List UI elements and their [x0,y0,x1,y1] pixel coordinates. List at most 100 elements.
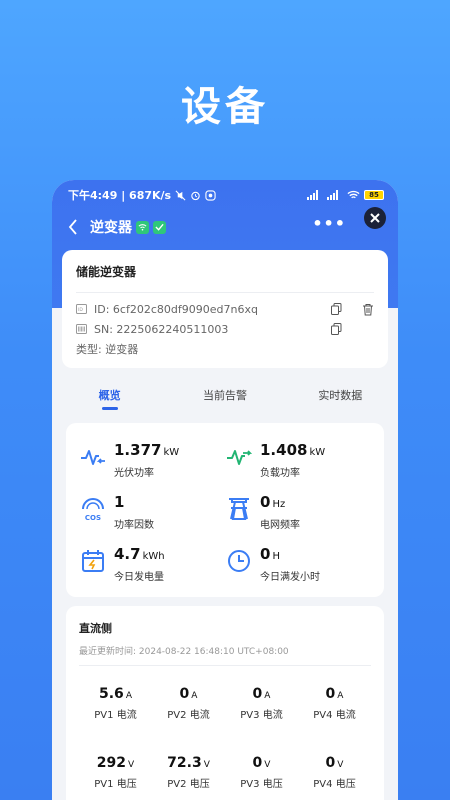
device-type: 类型: 逆变器 [76,343,139,356]
metric-load-power: 1.408 kW 负载功率 [226,441,325,479]
pv3-current: 0 A PV3 电流 [225,686,298,721]
pv1-current: 5.6 A PV1 电流 [79,686,152,721]
pv3-voltage-unit: V [264,760,271,770]
pv1-current-value: 5.6 [99,686,124,702]
grid-frequency-label: 电网频率 [260,520,300,531]
clock-icon [228,550,250,572]
more-icon[interactable]: ••• [312,214,346,233]
divider [79,665,371,666]
dc-title: 直流侧 [79,622,112,635]
load-power-label: 负载功率 [260,468,300,479]
alarm-icon [191,191,200,200]
pv-power-label: 光伏功率 [114,468,154,479]
metric-full-hours: 0H 今日满发小时 [226,545,320,583]
grid-frequency-unit: Hz [272,499,286,510]
tab-bar: 概览 当前告警 实时数据 [52,385,398,415]
pv2-voltage-value: 72.3 [167,755,202,771]
trash-icon[interactable] [362,303,374,316]
divider [76,292,374,293]
nav-bar: 逆变器 ••• [64,207,386,240]
load-power-value: 1.408 [260,441,308,459]
pv-power-icon [81,450,105,465]
pv2-voltage: 72.3 V PV2 电压 [152,755,225,790]
tab-realtime-data[interactable]: 实时数据 [290,385,390,415]
pv3-voltage-label: PV3 电压 [240,779,283,790]
device-sn: SN: 2225062240511003 [94,322,229,336]
pv2-current-label: PV2 电流 [167,710,210,721]
metric-pv-power: 1.377 kW 光伏功率 [80,441,179,479]
pv1-voltage-label: PV1 电压 [94,779,137,790]
signal-icon [307,190,318,200]
barcode-icon [76,324,87,334]
metric-daily-energy: 4.7 kWh 今日发电量 [80,545,165,583]
load-power-icon [227,450,252,465]
pv4-voltage-label: PV4 电压 [313,779,356,790]
pv1-voltage-value: 292 [96,755,127,771]
power-factor-value: 1 [114,493,125,511]
pv2-current-unit: A [191,691,198,701]
app-notification-icon [205,189,216,201]
pv2-current-value: 0 [179,686,190,702]
daily-energy-unit: kWh [142,551,165,562]
pv1-current-unit: A [125,691,132,701]
pv2-voltage-unit: V [203,760,210,770]
id-card-icon: ID [76,304,87,314]
pv4-voltage-value: 0 [325,755,336,771]
status-bar: 下午4:49 | 687K/s 85 [68,186,384,204]
pv4-voltage: 0 V PV4 电压 [298,755,371,790]
power-factor-icon: COS [82,498,104,522]
signal-icon-2 [327,190,338,200]
dc-updated-time: 最近更新时间: 2024-08-22 16:48:10 UTC+08:00 [79,647,289,657]
device-id-row: ID ID: 6cf202c80df9090ed7n6xq [76,299,374,319]
full-hours-unit: H [272,551,280,562]
device-info-card: 储能逆变器 ID ID: 6cf202c80df9090ed7n6xq SN: … [62,250,388,368]
metrics-card: 1.377 kW 光伏功率 1.408 kW 负载功率 COS 1 功率因数 0 Hz… [66,423,384,597]
daily-energy-value: 4.7 [114,545,141,563]
pv3-voltage: 0 V PV3 电压 [225,755,298,790]
device-id: ID: 6cf202c80df9090ed7n6xq [94,302,258,316]
pv3-current-unit: A [264,691,271,701]
metric-grid-frequency: 0 Hz 电网频率 [226,493,300,531]
svg-text:COS: COS [85,514,101,522]
power-factor-label: 功率因数 [114,520,154,531]
device-sn-row: SN: 2225062240511003 [76,319,374,339]
power-tower-icon [229,498,249,520]
pv-power-value: 1.377 [114,441,162,459]
battery-icon: 85 [364,190,384,200]
load-power-unit: kW [309,447,326,458]
svg-text:ID: ID [78,307,83,313]
full-hours-label: 今日满发小时 [260,572,320,583]
full-hours-value: 0 [260,545,271,563]
pv4-current-value: 0 [325,686,336,702]
metric-power-factor: COS 1 功率因数 [80,493,154,531]
online-check-icon [153,220,166,234]
tab-overview[interactable]: 概览 [60,385,160,415]
wifi-icon [347,190,360,199]
hero-title: 设备 [181,84,269,130]
pv3-current-label: PV3 电流 [240,710,283,721]
device-type-row: 类型: 逆变器 [76,339,374,359]
status-time: 下午4:49 | 687K/s [68,189,172,202]
copy-icon[interactable] [331,323,342,335]
wifi-status-icon [136,220,149,234]
pv4-current-unit: A [337,691,344,701]
pv1-voltage: 292 V PV1 电压 [79,755,152,790]
close-icon[interactable] [364,207,386,229]
mute-icon [175,190,186,200]
back-arrow-icon[interactable] [64,218,82,236]
pv4-current: 0 A PV4 电流 [298,686,371,721]
pv3-current-value: 0 [252,686,263,702]
pv-power-unit: kW [163,447,180,458]
grid-frequency-value: 0 [260,493,271,511]
pv4-voltage-unit: V [337,760,344,770]
pv1-current-label: PV1 电流 [94,710,137,721]
pv1-voltage-unit: V [128,760,135,770]
phone-screen: 下午4:49 | 687K/s 85 逆变器 ••• 储能逆变器 ID ID: … [52,180,398,800]
copy-icon[interactable] [331,303,342,315]
device-name: 储能逆变器 [76,265,137,279]
dc-side-card: 直流侧 最近更新时间: 2024-08-22 16:48:10 UTC+08:0… [66,606,384,800]
pv3-voltage-value: 0 [252,755,263,771]
nav-title: 逆变器 [90,220,132,236]
tab-current-alarms[interactable]: 当前告警 [175,385,275,415]
pv2-voltage-label: PV2 电压 [167,779,210,790]
